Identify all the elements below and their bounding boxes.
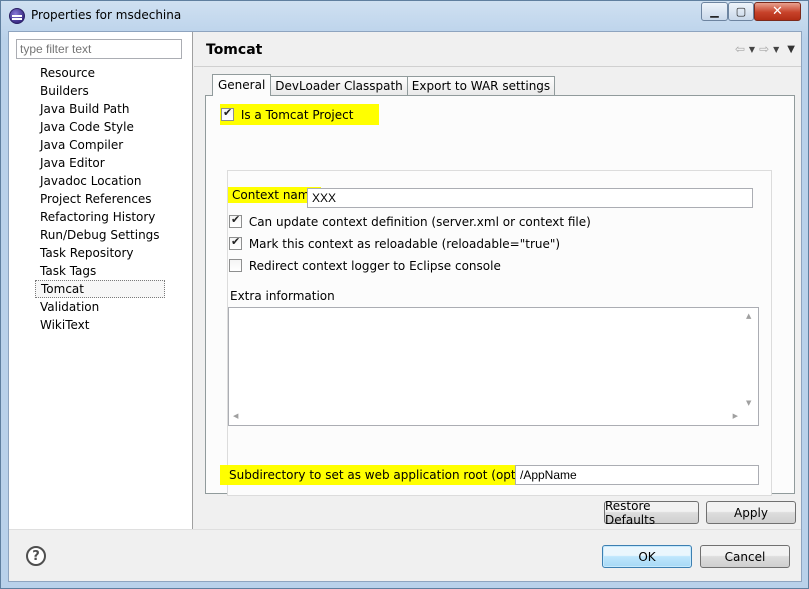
can-update-checkbox[interactable] — [229, 213, 242, 228]
vertical-scrollbar[interactable]: ▲ ▼ — [742, 308, 758, 409]
horizontal-scrollbar[interactable]: ◀ ▶ — [229, 409, 742, 425]
reloadable-row[interactable]: Mark this context as reloadable (reloada… — [229, 235, 561, 251]
sidebar-item-refactoring-history[interactable]: Refactoring History — [35, 208, 165, 226]
close-button[interactable]: ✕ — [754, 2, 801, 21]
back-dropdown-icon[interactable]: ▼ — [749, 45, 755, 54]
forward-arrow-icon[interactable]: ⇨ — [759, 42, 769, 56]
sidebar-item-java-build-path[interactable]: Java Build Path — [35, 100, 165, 118]
tab-export-to-war-settings[interactable]: Export to WAR settings — [406, 76, 556, 96]
properties-dialog: Properties for msdechina ▁ ▢ ✕ Resource … — [0, 0, 809, 589]
minimize-button[interactable]: ▁ — [701, 2, 728, 21]
filter-input[interactable] — [16, 39, 182, 59]
maximize-button[interactable]: ▢ — [728, 2, 754, 21]
tab-bar: General DevLoader Classpath Export to WA… — [212, 74, 556, 96]
dialog-client-area: Resource Builders Java Build Path Java C… — [8, 31, 802, 582]
subdirectory-row: Subdirectory to set as web application r… — [220, 465, 554, 485]
subdirectory-field[interactable] — [515, 465, 759, 485]
property-page-tree: Resource Builders Java Build Path Java C… — [9, 32, 193, 529]
tab-general[interactable]: General — [212, 74, 272, 96]
tab-devloader-classpath[interactable]: DevLoader Classpath — [270, 76, 408, 96]
scroll-down-icon[interactable]: ▼ — [746, 399, 751, 407]
scroll-left-icon[interactable]: ◀ — [233, 412, 238, 420]
sidebar-item-resource[interactable]: Resource — [35, 64, 165, 82]
sidebar-item-run-debug-settings[interactable]: Run/Debug Settings — [35, 226, 165, 244]
general-tab-panel: Is a Tomcat Project Context name Can upd… — [205, 95, 795, 496]
scroll-up-icon[interactable]: ▲ — [746, 312, 751, 320]
title-separator — [194, 66, 801, 67]
cancel-button[interactable]: Cancel — [700, 545, 790, 568]
sidebar-item-task-tags[interactable]: Task Tags — [35, 262, 165, 280]
is-tomcat-project-row[interactable]: Is a Tomcat Project — [220, 104, 380, 125]
is-tomcat-project-label: Is a Tomcat Project — [240, 107, 354, 122]
reloadable-checkbox[interactable] — [229, 235, 242, 250]
window-title: Properties for msdechina — [31, 8, 182, 22]
redirect-logger-row[interactable]: Redirect context logger to Eclipse conso… — [229, 258, 501, 273]
redirect-logger-checkbox[interactable] — [229, 259, 242, 272]
extra-information-textarea[interactable]: ▲ ▼ ◀ ▶ — [228, 307, 759, 426]
redirect-logger-label: Redirect context logger to Eclipse conso… — [248, 258, 501, 273]
sidebar-item-project-references[interactable]: Project References — [35, 190, 165, 208]
context-name-field[interactable] — [307, 188, 753, 208]
sidebar-item-java-editor[interactable]: Java Editor — [35, 154, 165, 172]
title-bar[interactable]: Properties for msdechina ▁ ▢ ✕ — [1, 1, 808, 31]
is-tomcat-project-checkbox[interactable] — [221, 106, 234, 121]
property-page: Tomcat ⇦ ▼ ⇨ ▼ ▼ General DevLoader Class… — [194, 32, 801, 529]
can-update-label: Can update context definition (server.xm… — [248, 214, 591, 229]
sidebar-item-wikitext[interactable]: WikiText — [35, 316, 165, 334]
sidebar-item-task-repository[interactable]: Task Repository — [35, 244, 165, 262]
can-update-row[interactable]: Can update context definition (server.xm… — [229, 213, 591, 229]
highlight: Is a Tomcat Project — [220, 104, 380, 125]
apply-button[interactable]: Apply — [706, 501, 796, 524]
view-menu-icon[interactable]: ▼ — [787, 44, 795, 55]
sidebar-item-javadoc-location[interactable]: Javadoc Location — [35, 172, 165, 190]
subdirectory-label: Subdirectory to set as web application r… — [220, 465, 554, 485]
forward-dropdown-icon[interactable]: ▼ — [773, 45, 779, 54]
context-settings-group: Context name Can update context definiti… — [220, 170, 772, 496]
extra-information-label: Extra information — [230, 289, 335, 303]
maximize-icon: ▢ — [735, 5, 747, 18]
sidebar-item-tomcat[interactable]: Tomcat — [35, 280, 165, 298]
scroll-right-icon[interactable]: ▶ — [733, 412, 738, 420]
sidebar-item-validation[interactable]: Validation — [35, 298, 165, 316]
back-arrow-icon[interactable]: ⇦ — [735, 42, 745, 56]
restore-defaults-button[interactable]: Restore Defaults — [604, 499, 699, 527]
bottom-separator — [9, 529, 801, 530]
help-icon[interactable]: ? — [26, 546, 46, 566]
sidebar-item-java-code-style[interactable]: Java Code Style — [35, 118, 165, 136]
ok-button[interactable]: OK — [602, 545, 692, 568]
reloadable-label: Mark this context as reloadable (reloada… — [248, 236, 561, 251]
page-title: Tomcat — [206, 42, 263, 58]
page-navigation: ⇦ ▼ ⇨ ▼ ▼ — [735, 42, 795, 56]
sidebar-item-builders[interactable]: Builders — [35, 82, 165, 100]
eclipse-icon — [9, 8, 25, 24]
minimize-icon: ▁ — [710, 5, 719, 18]
close-icon: ✕ — [772, 4, 783, 19]
sidebar-item-java-compiler[interactable]: Java Compiler — [35, 136, 165, 154]
property-page-list: Resource Builders Java Build Path Java C… — [35, 64, 165, 334]
